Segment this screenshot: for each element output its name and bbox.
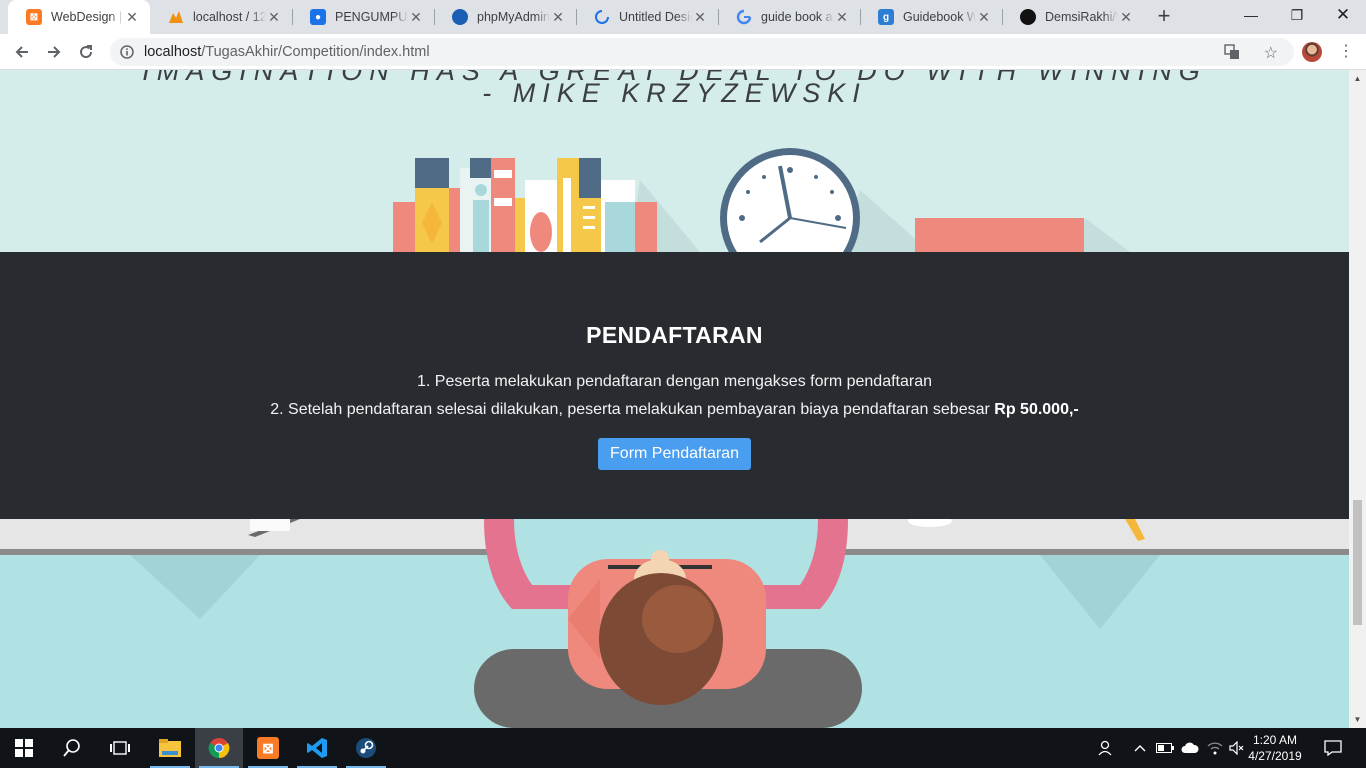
loading-spinner-icon [594, 9, 610, 25]
clock-date: 4/27/2019 [1248, 749, 1302, 763]
clock-time: 1:20 AM [1252, 733, 1298, 747]
browser-toolbar: localhost/TugasAkhir/Competition/index.h… [0, 34, 1366, 70]
battery-icon[interactable] [1155, 738, 1175, 758]
desk-illustration [393, 148, 1130, 252]
windows-taskbar: ⊠ 1:20 AM 4/27/2019 [0, 728, 1366, 768]
tab-pengumpulan[interactable]: ● PENGUMPULAN ✕ [292, 0, 434, 34]
url-host: localhost [144, 44, 202, 60]
close-icon[interactable]: ✕ [408, 9, 424, 26]
page-viewport: IMAGINATION HAS A GREAT DEAL TO DO WITH … [0, 70, 1349, 728]
tab-untitled-design[interactable]: Untitled Design ✕ [576, 0, 718, 34]
wifi-icon[interactable] [1205, 738, 1225, 758]
google-icon [736, 9, 752, 25]
translate-icon[interactable] [1224, 44, 1240, 65]
scroll-up-arrow-icon[interactable]: ▲ [1349, 70, 1366, 87]
xampp-icon[interactable]: ⊠ [244, 728, 292, 768]
back-button[interactable] [10, 40, 34, 64]
phpmyadmin-icon [168, 9, 184, 25]
tab-localhost[interactable]: localhost / 127 ✕ [150, 0, 292, 34]
hero-illustration-top: IMAGINATION HAS A GREAT DEAL TO DO WITH … [0, 70, 1349, 252]
section-title: PENDAFTARAN [586, 322, 763, 348]
close-icon[interactable]: ✕ [266, 9, 282, 26]
scroll-thumb[interactable] [1353, 500, 1362, 625]
tab-title: DemsiRakhi/W [1045, 10, 1118, 24]
close-icon[interactable]: ✕ [550, 9, 566, 26]
tab-title: guide book ab [761, 10, 834, 24]
tab-title: localhost / 127 [193, 10, 266, 24]
minimize-button[interactable]: — [1228, 0, 1274, 30]
search-icon[interactable] [48, 728, 96, 768]
profile-avatar[interactable] [1302, 42, 1322, 62]
url-text: localhost/TugasAkhir/Competition/index.h… [144, 44, 430, 60]
phpmyadmin-sail-icon [452, 9, 468, 25]
chrome-icon[interactable] [195, 728, 243, 768]
step-2-text: 2. Setelah pendaftaran selesai dilakukan… [270, 401, 995, 418]
tab-title: WebDesign | Co [51, 10, 124, 24]
tab-webdesign[interactable]: ⊠ WebDesign | Co ✕ [8, 0, 150, 34]
system-clock[interactable]: 1:20 AM 4/27/2019 [1240, 732, 1310, 764]
file-explorer-icon[interactable] [146, 728, 194, 768]
scroll-down-arrow-icon[interactable]: ▼ [1349, 711, 1366, 728]
new-tab-button[interactable]: + [1152, 5, 1176, 29]
registration-fee: Rp 50.000,- [994, 401, 1079, 418]
close-window-button[interactable]: ✕ [1320, 0, 1366, 30]
vscode-icon[interactable] [293, 728, 341, 768]
close-icon[interactable]: ✕ [834, 9, 850, 26]
xampp-icon: ⊠ [26, 9, 42, 25]
forward-button[interactable] [42, 40, 66, 64]
tab-guidebook[interactable]: g Guidebook We ✕ [860, 0, 1002, 34]
close-icon[interactable]: ✕ [1118, 9, 1134, 26]
windows-start-icon[interactable] [0, 728, 48, 768]
form-pendaftaran-button[interactable]: Form Pendaftaran [598, 438, 751, 470]
reload-button[interactable] [74, 40, 98, 64]
close-icon[interactable]: ✕ [124, 9, 140, 26]
person-at-desk-illustration [0, 519, 1349, 728]
notification-center-icon[interactable] [1323, 738, 1343, 758]
tab-title: Guidebook We [903, 10, 976, 24]
tab-guide-book[interactable]: guide book ab ✕ [718, 0, 860, 34]
arrow-right-icon [48, 46, 61, 58]
tab-github[interactable]: DemsiRakhi/W ✕ [1002, 0, 1144, 34]
onedrive-cloud-icon[interactable] [1180, 738, 1200, 758]
registration-step-1: 1. Peserta melakukan pendaftaran dengan … [417, 373, 932, 390]
tab-title: Untitled Design [619, 10, 692, 24]
chevron-up-icon[interactable] [1130, 738, 1150, 758]
restore-button[interactable]: ❐ [1274, 0, 1320, 30]
tab-title: phpMyAdmin [477, 10, 550, 24]
hero-illustration-bottom [0, 519, 1349, 728]
classroom-icon: ● [310, 9, 326, 25]
close-icon[interactable]: ✕ [692, 9, 708, 26]
people-icon[interactable] [1096, 738, 1116, 758]
registration-step-2: 2. Setelah pendaftaran selesai dilakukan… [0, 401, 1349, 419]
tab-title: PENGUMPULAN [335, 10, 408, 24]
task-view-icon[interactable] [96, 728, 144, 768]
reload-icon [80, 45, 93, 59]
page-scrollbar[interactable]: ▲ ▼ [1349, 70, 1366, 728]
tab-phpmyadmin[interactable]: phpMyAdmin ✕ [434, 0, 576, 34]
guidebook-icon: g [878, 9, 894, 25]
close-icon[interactable]: ✕ [976, 9, 992, 26]
menu-dots-icon[interactable]: ⋮ [1336, 42, 1356, 62]
steam-icon[interactable] [342, 728, 390, 768]
bookmark-star-icon[interactable]: ☆ [1264, 43, 1278, 63]
tab-strip: ⊠ WebDesign | Co ✕ localhost / 127 ✕ ● P… [0, 0, 1366, 34]
arrow-left-icon [15, 46, 28, 58]
registration-section: PENDAFTARAN 1. Peserta melakukan pendaft… [0, 252, 1349, 519]
github-icon [1020, 9, 1036, 25]
info-icon[interactable] [120, 45, 134, 59]
address-bar[interactable]: localhost/TugasAkhir/Competition/index.h… [110, 38, 1294, 66]
url-path: /TugasAkhir/Competition/index.html [201, 44, 430, 60]
